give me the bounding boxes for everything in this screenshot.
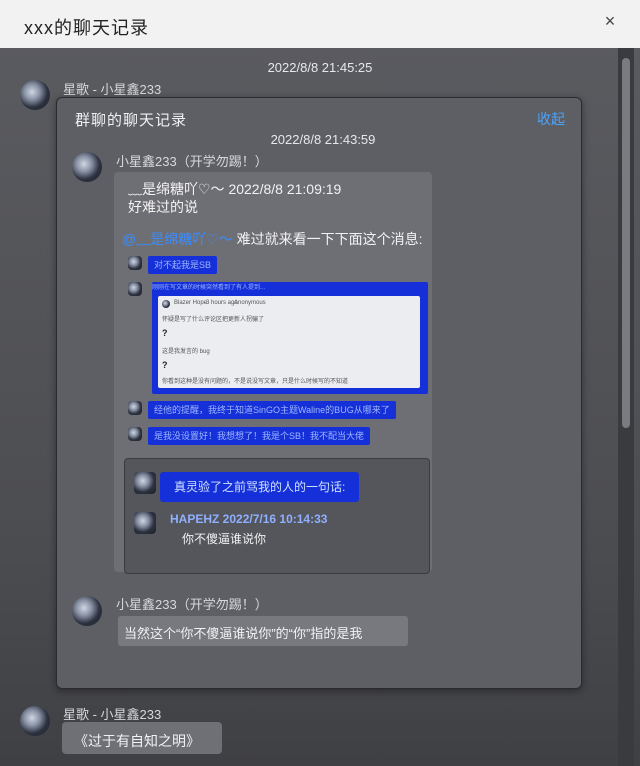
shot-line: 怀疑是写了什么评论区把更新人拐骗了	[162, 317, 265, 323]
avatar[interactable]	[72, 596, 102, 626]
shot-tag: Anonymous	[234, 300, 266, 306]
screenshot-inner: Blazer Hope 3 hours ago Anonymous 怀疑是写了什…	[158, 296, 420, 388]
avatar	[128, 282, 142, 296]
sender-name: 小星鑫233（开学勿踢！）	[116, 597, 268, 612]
avatar	[134, 472, 156, 494]
quoted-text: 好难过的说	[128, 199, 198, 215]
avatar	[134, 512, 156, 534]
collapse-link[interactable]: 收起	[537, 109, 565, 129]
shot-line: 你看到这种是没有问题的，不是说没写文章，只是什么时候写的不知道	[162, 379, 349, 385]
title-bar: xxx的聊天记录 ×	[0, 0, 640, 48]
shot-user: Blazer Hope	[174, 300, 208, 306]
timestamp-top: 2022/8/8 21:45:25	[267, 60, 373, 75]
quote-user: HAPEHZ 2022/7/16 10:14:33	[170, 512, 328, 526]
quote-text: 你不傻逼谁说你	[182, 532, 267, 546]
mention-link[interactable]: @﹏是绵糖吖♡～	[122, 231, 233, 247]
sender-name: 星歌 - 小星鑫233	[63, 82, 162, 97]
quote-pill: 真灵验了之前骂我的人的一句话:	[160, 472, 360, 502]
reply-text: 当然这个“你不傻逼谁说你”的“你”指的是我	[124, 626, 363, 641]
mention-text: 难过就来看一下下面这个消息:	[232, 231, 423, 247]
shot-question: ?	[162, 328, 168, 338]
sender-name: 小星鑫233（开学勿踢！）	[116, 154, 268, 169]
scrollbar-thumb[interactable]	[622, 58, 630, 428]
screenshot-image[interactable]: 刚刚在写文章的时候突然看到了有人提到... Blazer Hope 3 hour…	[152, 282, 428, 394]
scrollbar[interactable]	[618, 48, 634, 766]
avatar[interactable]	[72, 152, 102, 182]
sender-name: 星歌 - 小星鑫233	[63, 707, 162, 722]
close-icon[interactable]: ×	[598, 8, 622, 32]
shot-header: 刚刚在写文章的时候突然看到了有人提到...	[152, 285, 266, 291]
shot-line: 这是我发言的 bug	[162, 349, 210, 355]
avatar	[128, 427, 142, 441]
quoted-header: ﹏是绵糖吖♡～ 2022/8/8 21:09:19	[128, 181, 342, 197]
avatar[interactable]	[20, 706, 50, 736]
avatar	[128, 256, 142, 270]
mention-line: @﹏是绵糖吖♡～ 难过就来看一下下面这个消息:	[122, 229, 423, 249]
window-title: xxx的聊天记录	[24, 18, 149, 38]
image-pill: 经他的提醒，我终于知道SinGO主题Waline的BUG从哪来了	[148, 401, 396, 419]
image-pill: 是我没设置好！我想想了！我是个SB！我不配当大佬	[148, 427, 371, 445]
last-message: 《过于有自知之明》	[74, 733, 200, 749]
shot-time: 3 hours ago	[206, 300, 238, 306]
chat-history-window: xxx的聊天记录 × 2022/8/8 21:45:25 星歌 - 小星鑫233…	[0, 0, 640, 766]
avatar	[162, 300, 170, 308]
card-timestamp: 2022/8/8 21:43:59	[270, 132, 376, 147]
card-title: 群聊的聊天记录	[75, 112, 188, 129]
avatar	[128, 401, 142, 415]
avatar[interactable]	[20, 80, 50, 110]
shot-question: ?	[162, 360, 168, 370]
image-pill: 对不起我是SB	[148, 256, 218, 274]
